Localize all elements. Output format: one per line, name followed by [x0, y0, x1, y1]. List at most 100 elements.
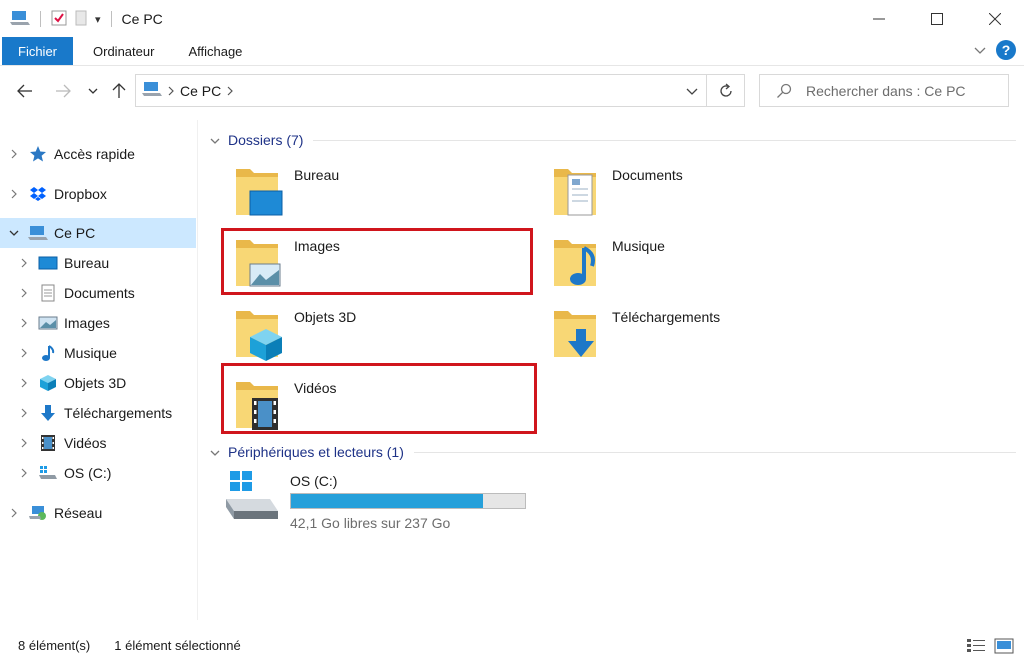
nav-label: Musique	[64, 345, 117, 361]
folder-telechargements[interactable]: Téléchargements	[528, 301, 828, 365]
ribbon-tabs: Fichier Ordinateur Affichage ?	[0, 37, 1024, 66]
tab-fichier[interactable]: Fichier	[2, 37, 74, 65]
pictures-icon	[38, 314, 58, 332]
divider	[313, 139, 1016, 141]
nav-label: Ce PC	[54, 225, 96, 241]
chevron-right-icon[interactable]	[16, 348, 32, 358]
tab-affichage[interactable]: Affichage	[174, 37, 256, 65]
arrow-up-icon	[112, 83, 126, 98]
nav-label: Bureau	[64, 255, 110, 271]
expand-ribbon-icon[interactable]	[974, 43, 986, 58]
nav-label: Dropbox	[54, 186, 107, 202]
nav-item-dropbox[interactable]: Dropbox	[0, 179, 196, 209]
breadcrumb-separator[interactable]	[168, 86, 174, 96]
windows-drive-icon	[226, 471, 278, 519]
breadcrumb-separator[interactable]	[227, 86, 234, 96]
address-dropdown-button[interactable]	[686, 83, 698, 99]
folder-musique[interactable]: Musique	[528, 230, 828, 294]
nav-item-bureau[interactable]: Bureau	[0, 248, 196, 278]
chevron-right-icon[interactable]	[16, 258, 32, 268]
arrow-left-icon	[17, 84, 32, 98]
forward-button[interactable]	[52, 80, 74, 102]
nav-label: Téléchargements	[64, 405, 173, 421]
up-button[interactable]	[108, 80, 130, 102]
arrow-right-icon	[56, 84, 71, 98]
search-input[interactable]: Rechercher dans : Ce PC	[759, 74, 1009, 107]
dropbox-icon	[28, 185, 48, 203]
address-bar[interactable]: Ce PC	[135, 74, 707, 107]
star-icon	[28, 145, 48, 163]
tab-ordinateur[interactable]: Ordinateur	[79, 37, 168, 65]
item-count: 8 élément(s)	[18, 638, 91, 653]
group-title: Périphériques et lecteurs (1)	[228, 444, 404, 460]
nav-item-images[interactable]: Images	[0, 308, 196, 338]
chevron-right-icon[interactable]	[6, 189, 22, 199]
close-button[interactable]	[966, 0, 1024, 38]
drive-os-c[interactable]: OS (C:) 42,1 Go libres sur 237 Go	[220, 469, 550, 539]
help-icon[interactable]: ?	[996, 40, 1016, 60]
drive-free-space: 42,1 Go libres sur 237 Go	[290, 515, 451, 531]
chevron-down-icon[interactable]	[210, 133, 220, 147]
separator	[110, 11, 112, 27]
navigation-bar: Ce PC Rechercher dans : Ce PC	[0, 66, 1024, 116]
maximize-button[interactable]	[908, 0, 966, 38]
large-icons-view-icon[interactable]	[994, 638, 1014, 657]
chevron-right-icon[interactable]	[6, 149, 22, 159]
chevron-right-icon[interactable]	[6, 508, 22, 518]
details-view-icon[interactable]	[966, 638, 986, 657]
group-title: Dossiers (7)	[228, 132, 304, 148]
chevron-down-icon	[88, 88, 98, 94]
chevron-down-icon[interactable]	[6, 230, 22, 236]
back-button[interactable]	[14, 80, 36, 102]
nav-item-telechargements[interactable]: Téléchargements	[0, 398, 196, 428]
chevron-down-icon[interactable]	[210, 445, 220, 459]
film-icon	[38, 434, 58, 452]
chevron-right-icon[interactable]	[16, 468, 32, 478]
properties-icon[interactable]	[51, 10, 67, 29]
refresh-icon	[719, 83, 732, 97]
breadcrumb-ce-pc[interactable]: Ce PC	[180, 83, 221, 99]
music-folder-icon	[554, 240, 596, 286]
folder-bureau[interactable]: Bureau	[210, 159, 510, 223]
separator	[40, 11, 41, 27]
folder-label: Téléchargements	[612, 309, 721, 325]
customize-qat-icon[interactable]: ▾	[95, 13, 101, 26]
music-icon	[38, 344, 58, 362]
chevron-right-icon[interactable]	[16, 318, 32, 328]
divider	[413, 451, 1016, 453]
chevron-right-icon[interactable]	[16, 288, 32, 298]
drive-usage-bar	[290, 493, 526, 509]
nav-item-reseau[interactable]: Réseau	[0, 498, 196, 528]
nav-item-documents[interactable]: Documents	[0, 278, 196, 308]
chevron-right-icon[interactable]	[16, 378, 32, 388]
refresh-button[interactable]	[707, 74, 745, 107]
folder-label: Musique	[612, 238, 665, 254]
group-header-dossiers[interactable]: Dossiers (7)	[210, 132, 1016, 148]
nav-item-acces-rapide[interactable]: Accès rapide	[0, 139, 196, 169]
nav-item-os-c[interactable]: OS (C:)	[0, 458, 196, 488]
search-icon	[777, 83, 792, 98]
minimize-button[interactable]	[850, 0, 908, 38]
folder-label: Documents	[612, 167, 683, 183]
folder-label: Objets 3D	[294, 309, 357, 325]
nav-label: Réseau	[54, 505, 103, 521]
folder-documents[interactable]: Documents	[528, 159, 828, 223]
nav-item-objets-3d[interactable]: Objets 3D	[0, 368, 196, 398]
chevron-right-icon[interactable]	[16, 438, 32, 448]
nav-item-videos[interactable]: Vidéos	[0, 428, 196, 458]
title-bar: ▾ Ce PC	[0, 0, 1024, 38]
computer-icon	[142, 81, 162, 100]
nav-item-ce-pc[interactable]: Ce PC	[0, 218, 196, 248]
chevron-right-icon[interactable]	[16, 408, 32, 418]
drive-label: OS (C:)	[290, 473, 338, 489]
content-pane: Dossiers (7) Bureau Documents Images Mus…	[206, 124, 1020, 624]
new-folder-icon[interactable]	[73, 10, 89, 29]
group-header-peripheriques[interactable]: Périphériques et lecteurs (1)	[210, 444, 1016, 460]
folder-objets-3d[interactable]: Objets 3D	[210, 301, 510, 365]
nav-label: Objets 3D	[64, 375, 127, 391]
chevron-down-icon	[686, 88, 698, 95]
nav-item-musique[interactable]: Musique	[0, 338, 196, 368]
recent-locations-button[interactable]	[82, 80, 104, 102]
quick-access-toolbar: ▾	[0, 10, 116, 29]
3d-objects-folder-icon	[236, 311, 282, 361]
